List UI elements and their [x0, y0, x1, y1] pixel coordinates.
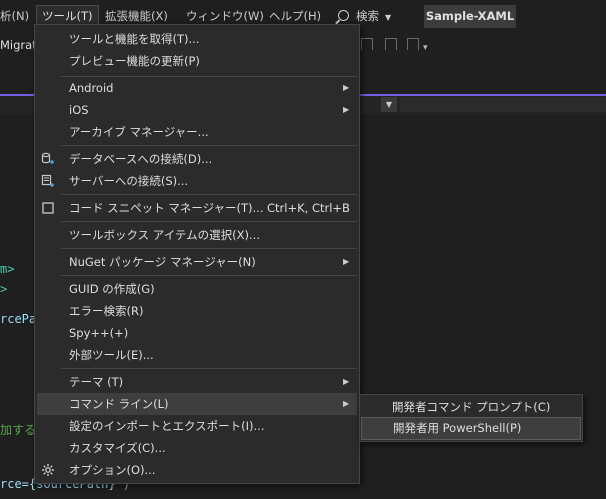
menu-item-label: サーバーへの接続(S)...	[69, 174, 189, 188]
menubar-item-extensions[interactable]: 拡張機能(X)	[100, 6, 173, 26]
nav-dropdown-button[interactable]: ▼	[381, 97, 397, 112]
code-token: rce=	[0, 477, 29, 491]
menu-item-options[interactable]: オプション(O)...	[35, 459, 359, 481]
code-line: m>	[0, 262, 15, 276]
menu-item-nuget[interactable]: NuGet パッケージ マネージャー(N) ▶	[35, 251, 359, 273]
menu-separator	[61, 275, 357, 276]
menu-separator	[61, 145, 357, 146]
menu-item-label: テーマ (T)	[69, 375, 124, 389]
menu-item-connect-database[interactable]: データベースへの接続(D)...	[35, 148, 359, 170]
menu-item-customize[interactable]: カスタマイズ(C)...	[35, 437, 359, 459]
snippet-icon	[42, 202, 54, 214]
menu-item-archive-manager[interactable]: アーカイブ マネージャー...	[35, 121, 359, 143]
menu-item-connect-server[interactable]: サーバーへの接続(S)...	[35, 170, 359, 192]
menu-item-shortcut: Ctrl+K, Ctrl+B	[267, 201, 350, 215]
menu-item-label: アーカイブ マネージャー...	[69, 125, 209, 139]
tools-menu: ツールと機能を取得(T)... プレビュー機能の更新(P) Android ▶ i…	[34, 24, 360, 484]
menu-item-preview-features[interactable]: プレビュー機能の更新(P)	[35, 50, 359, 72]
submenu-item-dev-command-prompt[interactable]: 開発者コマンド プロンプト(C)	[360, 397, 582, 418]
chevron-right-icon: ▶	[343, 377, 350, 386]
menu-item-label: オプション(O)...	[69, 463, 156, 477]
menu-separator	[61, 194, 357, 195]
menu-item-import-export-settings[interactable]: 設定のインポートとエクスポート(I)...	[35, 415, 359, 437]
menu-item-create-guid[interactable]: GUID の作成(G)	[35, 278, 359, 300]
menu-item-label: 設定のインポートとエクスポート(I)...	[69, 419, 265, 433]
menu-item-error-lookup[interactable]: エラー検索(R)	[35, 300, 359, 322]
menu-item-toolbox-items[interactable]: ツールボックス アイテムの選択(X)...	[35, 224, 359, 246]
code-line: >	[0, 282, 8, 296]
member-dropdown[interactable]	[400, 97, 606, 112]
server-connect-icon	[41, 174, 54, 187]
menu-item-label: iOS	[69, 103, 89, 117]
menu-item-external-tools[interactable]: 外部ツール(E)...	[35, 344, 359, 366]
menu-separator	[61, 368, 357, 369]
menu-item-label: 開発者コマンド プロンプト(C)	[392, 400, 551, 414]
chevron-down-icon: ▼	[385, 13, 392, 22]
search-label: 検索	[356, 9, 379, 23]
menu-item-label: 外部ツール(E)...	[69, 348, 154, 362]
menu-item-label: ツールボックス アイテムの選択(X)...	[69, 228, 260, 242]
bookmark-prev-icon[interactable]	[385, 38, 397, 50]
menubar-item-analyze[interactable]: 析(N)	[0, 6, 34, 26]
submenu-item-dev-powershell[interactable]: 開発者用 PowerShell(P)	[361, 417, 581, 440]
chevron-right-icon: ▶	[343, 105, 350, 114]
code-line: 加する	[0, 423, 37, 437]
menu-item-label: Spy++(+)	[69, 326, 129, 340]
bookmark-next-icon[interactable]	[407, 38, 419, 50]
bookmark-icon[interactable]	[361, 38, 373, 50]
chevron-right-icon: ▶	[343, 399, 350, 408]
menu-item-theme[interactable]: テーマ (T) ▶	[35, 371, 359, 393]
menu-item-label: エラー検索(R)	[69, 304, 144, 318]
menu-item-label: カスタマイズ(C)...	[69, 441, 166, 455]
search-button[interactable]: 検索 ▼	[338, 6, 391, 26]
search-icon	[338, 10, 349, 21]
menu-separator	[61, 248, 357, 249]
menu-item-get-tools[interactable]: ツールと機能を取得(T)...	[35, 28, 359, 50]
menu-item-android[interactable]: Android ▶	[35, 77, 359, 99]
gear-icon	[42, 464, 54, 476]
database-connect-icon	[41, 152, 54, 164]
menu-item-command-line[interactable]: コマンド ライン(L) ▶	[37, 393, 357, 415]
solution-name-badge[interactable]: Sample-XAML	[424, 5, 516, 28]
menu-item-label: コマンド ライン(L)	[69, 397, 169, 411]
menu-item-label: プレビュー機能の更新(P)	[69, 54, 200, 68]
toolbar-overflow-icon[interactable]: ▾	[423, 43, 428, 53]
menu-item-snippet-manager[interactable]: コード スニペット マネージャー(T)... Ctrl+K, Ctrl+B	[35, 197, 359, 219]
menu-item-ios[interactable]: iOS ▶	[35, 99, 359, 121]
menu-separator	[61, 221, 357, 222]
command-line-submenu: 開発者コマンド プロンプト(C) 開発者用 PowerShell(P)	[359, 394, 583, 442]
menu-item-spy[interactable]: Spy++(+)	[35, 322, 359, 344]
menu-item-label: Android	[69, 81, 114, 95]
menu-item-label: コード スニペット マネージャー(T)...	[69, 201, 264, 215]
menu-item-label: NuGet パッケージ マネージャー(N)	[69, 255, 256, 269]
menu-item-label: ツールと機能を取得(T)...	[69, 32, 200, 46]
chevron-right-icon: ▶	[343, 83, 350, 92]
menubar-item-window[interactable]: ウィンドウ(W)	[181, 6, 269, 26]
toolbar-migrate-label[interactable]: Migrat	[0, 38, 37, 52]
chevron-right-icon: ▶	[343, 257, 350, 266]
menu-item-label: 開発者用 PowerShell(P)	[393, 421, 522, 435]
menu-item-label: GUID の作成(G)	[69, 282, 155, 296]
menubar-item-help[interactable]: ヘルプ(H)	[264, 6, 326, 26]
menu-item-label: データベースへの接続(D)...	[69, 152, 213, 166]
